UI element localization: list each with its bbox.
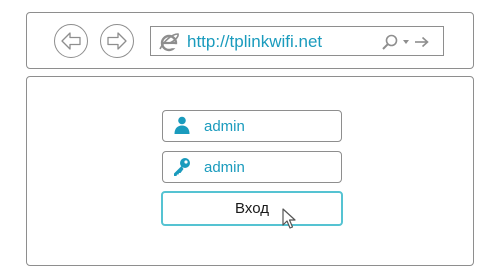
password-value[interactable]: admin (204, 159, 245, 176)
username-field[interactable]: admin (162, 110, 342, 142)
back-arrow-icon (61, 32, 81, 50)
internet-explorer-icon (159, 33, 179, 52)
key-icon (174, 158, 190, 176)
mouse-cursor-icon (282, 208, 296, 229)
username-value[interactable]: admin (204, 118, 245, 135)
url-text[interactable]: http://tplinkwifi.net (187, 32, 322, 52)
back-button[interactable] (54, 24, 88, 58)
search-icon[interactable] (381, 33, 399, 51)
password-field[interactable]: admin (162, 151, 342, 183)
user-icon (174, 116, 190, 134)
go-arrow-icon[interactable] (414, 35, 430, 49)
forward-button[interactable] (100, 24, 134, 58)
address-bar[interactable]: http://tplinkwifi.net (150, 26, 444, 56)
chevron-down-icon[interactable] (402, 37, 410, 47)
forward-arrow-icon (107, 32, 127, 50)
login-button[interactable]: Вход (161, 191, 343, 226)
